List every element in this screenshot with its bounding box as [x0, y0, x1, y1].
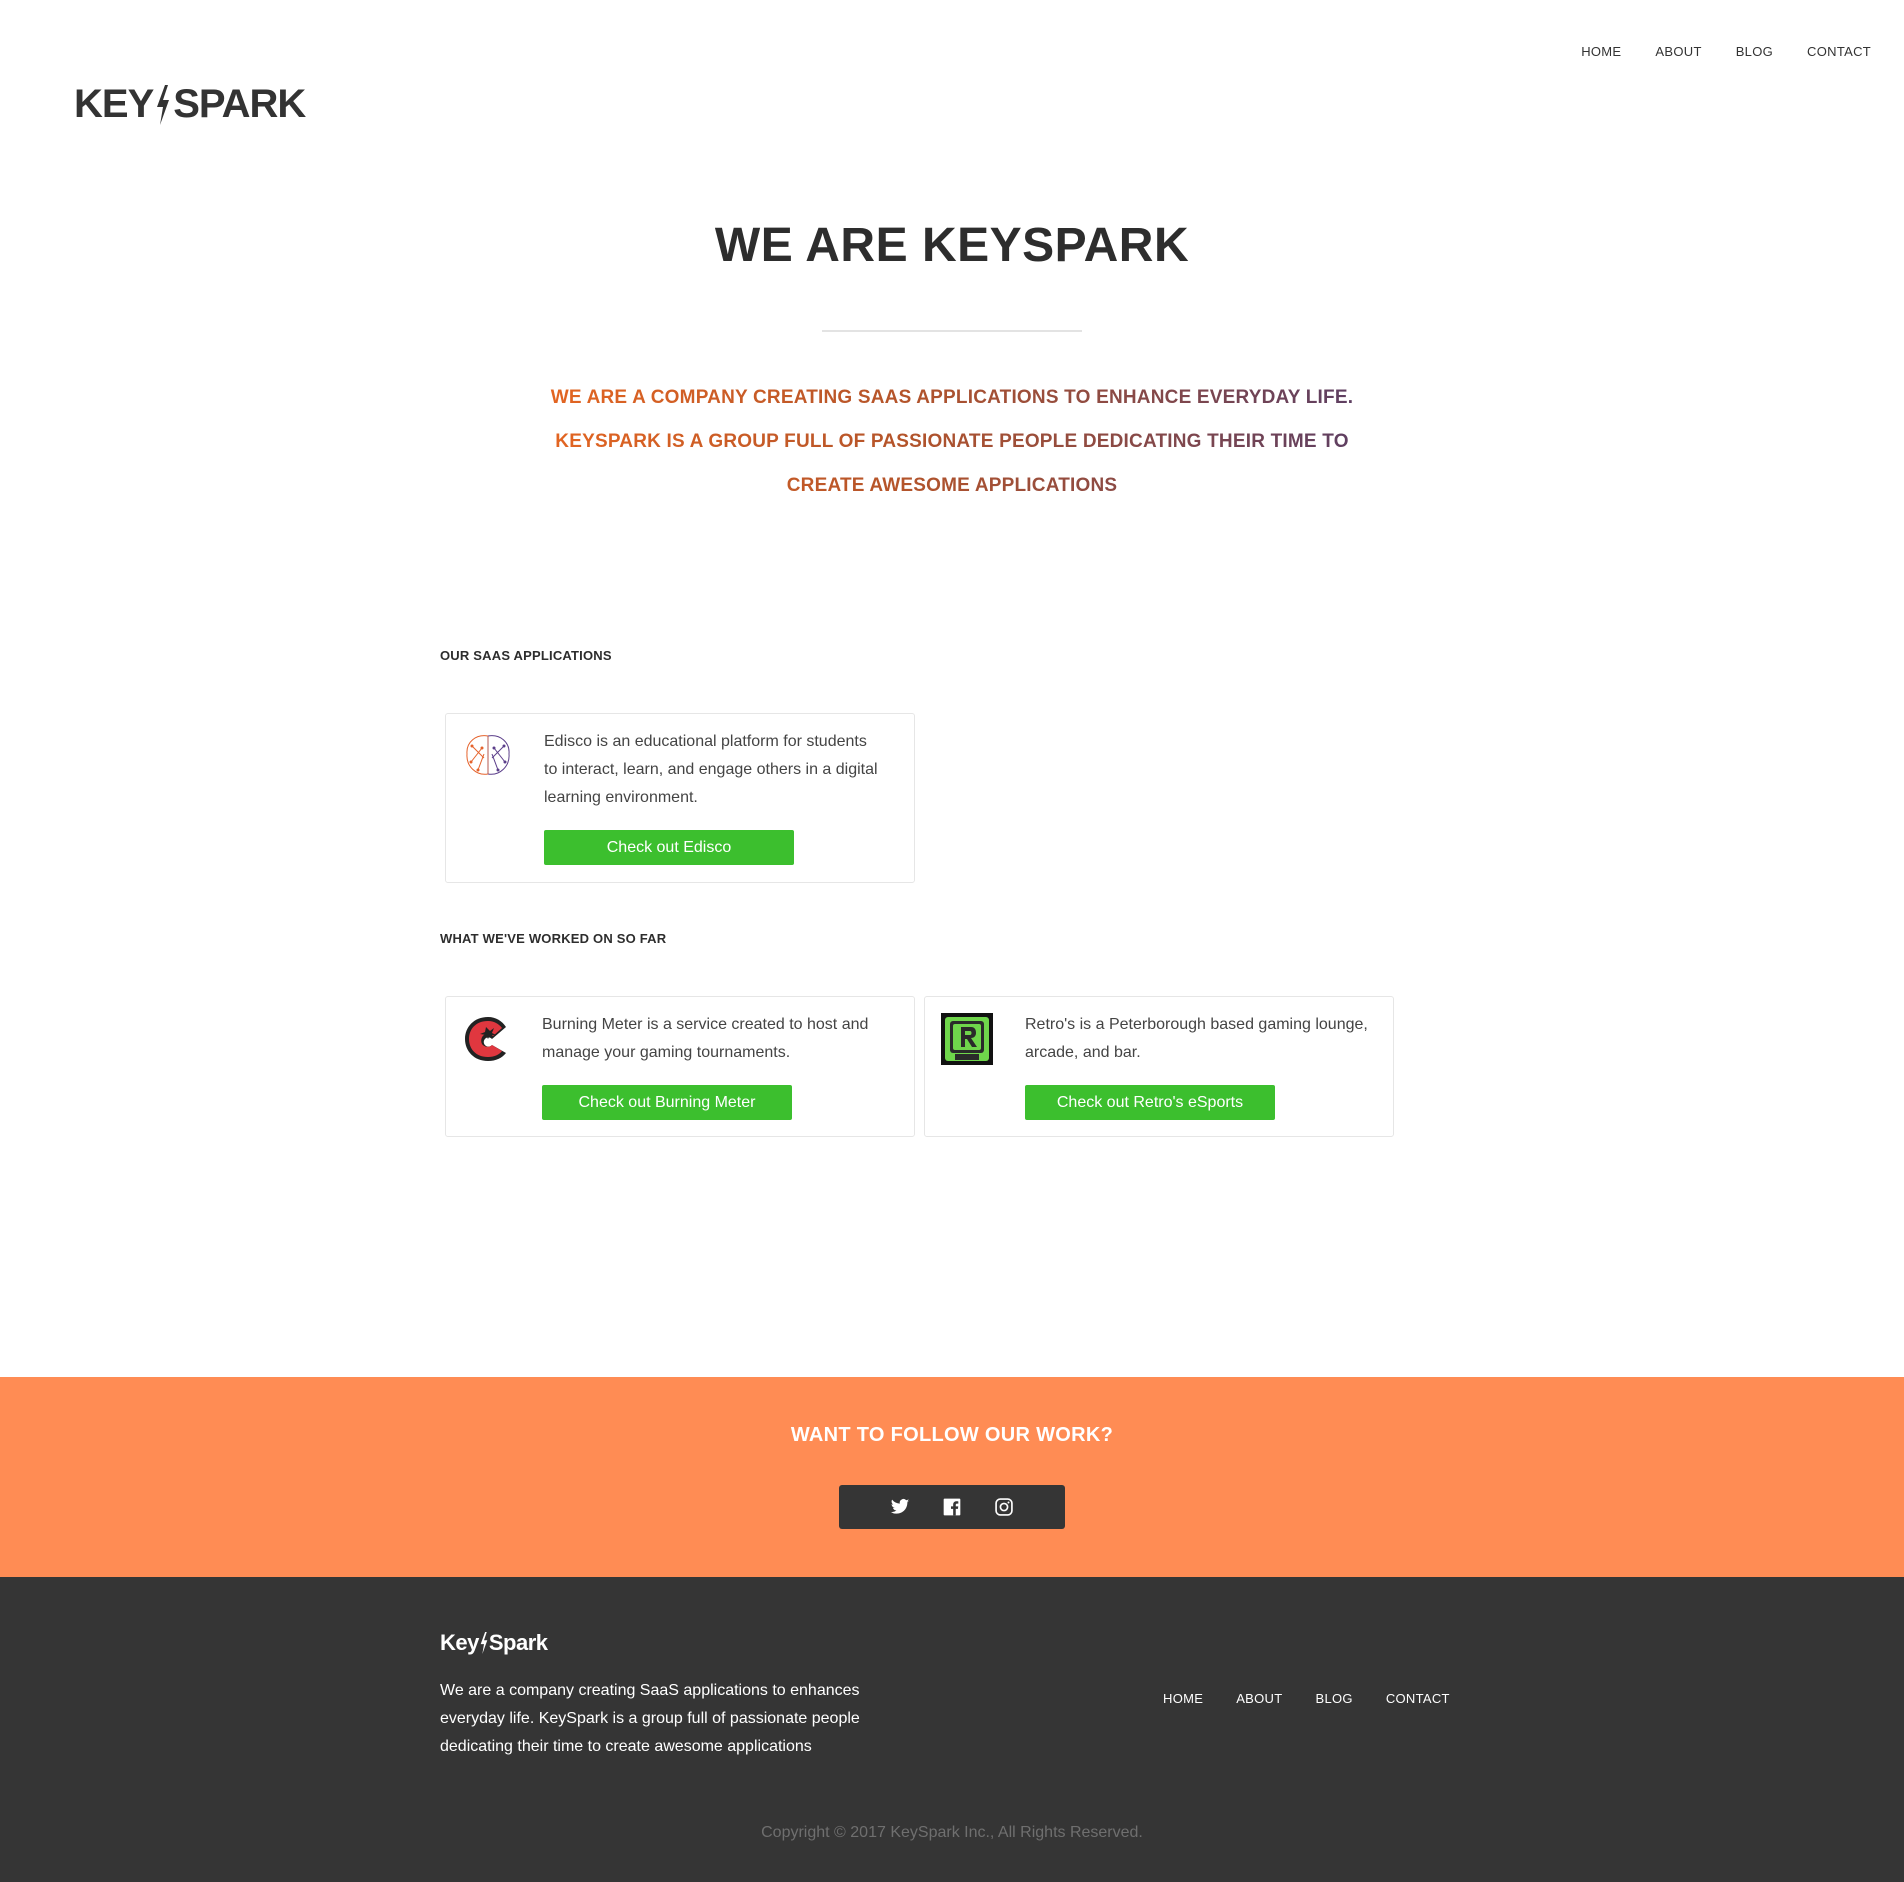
- lightning-bolt-icon: [480, 1632, 488, 1654]
- footer: Key Spark We are a company creating SaaS…: [0, 1577, 1904, 1882]
- footer-nav-contact-link[interactable]: CONTACT: [1386, 1691, 1450, 1706]
- lightning-bolt-icon: [157, 84, 170, 125]
- nav-contact-link[interactable]: CONTACT: [1807, 44, 1871, 59]
- footer-about-text: We are a company creating SaaS applicati…: [440, 1682, 860, 1755]
- footer-nav-about-link[interactable]: ABOUT: [1236, 1691, 1282, 1706]
- page-title: WE ARE KEYSPARK: [714, 219, 1190, 272]
- footer-logo-spark-text: Spark: [488, 1630, 548, 1655]
- follow-heading: WANT TO FOLLOW OUR WORK?: [790, 1424, 1114, 1446]
- tagline-line: KEYSPARK IS A GROUP FULL OF PASSIONATE P…: [450, 420, 1454, 464]
- hero-divider: [822, 330, 1082, 332]
- footer-keyspark-logo[interactable]: Key Spark: [440, 1630, 548, 1656]
- saas-section-heading: OUR SAAS APPLICATIONS: [440, 648, 612, 663]
- check-out-burning-meter-button[interactable]: Check out Burning Meter: [542, 1085, 792, 1120]
- logo-key-text: KEY: [74, 82, 154, 126]
- facebook-icon[interactable]: [941, 1496, 963, 1518]
- logo-spark-text: SPARK: [173, 82, 306, 126]
- check-out-edisco-button[interactable]: Check out Edisco: [544, 830, 794, 865]
- brain-icon: [466, 735, 510, 775]
- footer-nav-blog-link[interactable]: BLOG: [1316, 1691, 1353, 1706]
- footer-nav-home-link[interactable]: HOME: [1163, 1691, 1203, 1706]
- edisco-description: Edisco is an educational platform for st…: [544, 733, 878, 806]
- top-nav: HOME ABOUT BLOG CONTACT: [1581, 44, 1871, 59]
- nav-about-link[interactable]: ABOUT: [1655, 44, 1701, 59]
- twitter-icon[interactable]: [889, 1496, 911, 1518]
- hero-tagline: WE ARE A COMPANY CREATING SAAS APPLICATI…: [450, 376, 1454, 508]
- check-out-retros-button[interactable]: Check out Retro's eSports: [1025, 1085, 1275, 1120]
- footer-nav: HOME ABOUT BLOG CONTACT: [1163, 1691, 1450, 1706]
- tagline-line: WE ARE A COMPANY CREATING SAAS APPLICATI…: [450, 376, 1454, 420]
- edisco-card: Edisco is an educational platform for st…: [445, 713, 915, 883]
- work-section-heading: WHAT WE'VE WORKED ON SO FAR: [440, 931, 667, 946]
- burning-meter-card: Burning Meter is a service created to ho…: [445, 996, 915, 1137]
- retros-description: Retro's is a Peterborough based gaming l…: [1025, 1016, 1368, 1061]
- nav-home-link[interactable]: HOME: [1581, 44, 1621, 59]
- retro-logo-icon: [941, 1013, 993, 1065]
- burning-meter-description: Burning Meter is a service created to ho…: [542, 1016, 869, 1061]
- instagram-icon[interactable]: [993, 1496, 1015, 1518]
- nav-blog-link[interactable]: BLOG: [1736, 44, 1773, 59]
- follow-section: WANT TO FOLLOW OUR WORK?: [0, 1377, 1904, 1577]
- burning-meter-logo-icon: [465, 1017, 506, 1061]
- copyright-text: Copyright © 2017 KeySpark Inc., All Righ…: [761, 1824, 1143, 1841]
- retros-card: Retro's is a Peterborough based gaming l…: [924, 996, 1394, 1137]
- social-links-bar: [839, 1485, 1065, 1529]
- keyspark-logo[interactable]: KEY SPARK: [74, 82, 306, 127]
- tagline-line: CREATE AWESOME APPLICATIONS: [450, 464, 1454, 508]
- footer-logo-key-text: Key: [440, 1630, 479, 1655]
